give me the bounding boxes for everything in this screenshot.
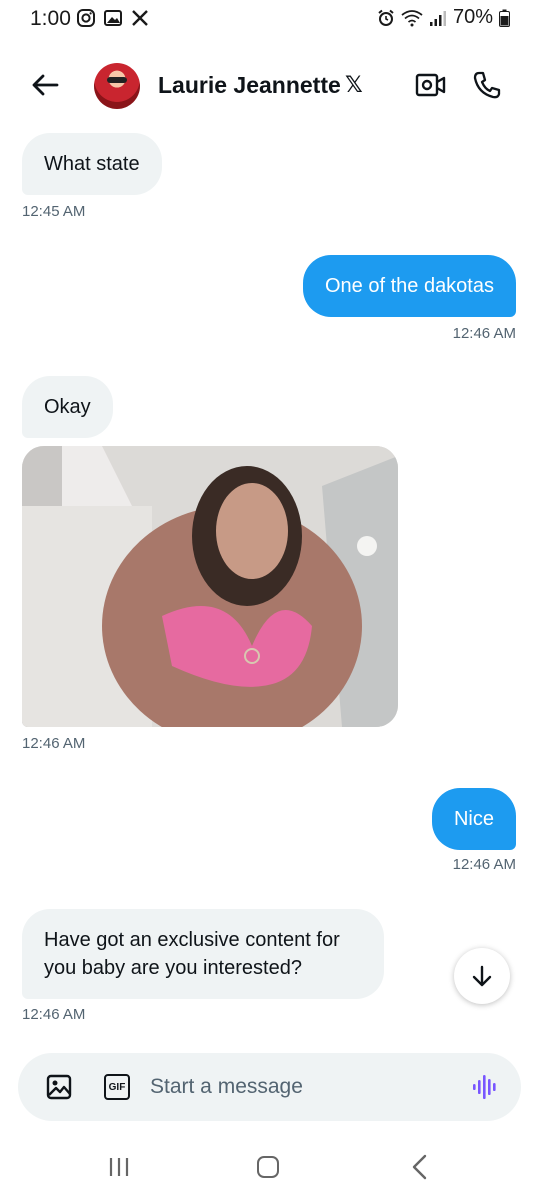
conversation-header: Laurie Jeannette 𝕏 [0,56,538,116]
phone-icon[interactable] [472,70,502,100]
status-bar: 1:00 70% [0,0,538,36]
scroll-to-bottom-button[interactable] [454,948,510,1004]
message-text: One of the dakotas [324,275,494,297]
message-text: What state [44,153,140,175]
message-timestamp: 12:46 AM [452,325,516,342]
message-timestamp: 12:46 AM [452,856,516,873]
x-badge-icon: 𝕏 [345,72,363,97]
voice-icon[interactable] [472,1073,498,1101]
message-text: Okay [44,396,91,418]
alarm-icon [378,9,394,26]
back-arrow-icon[interactable] [30,70,60,100]
arrow-down-icon [472,965,492,987]
message-text: Nice [453,808,494,830]
instagram-icon [77,9,95,27]
home-icon[interactable] [257,1156,279,1178]
message-bubble-received[interactable]: Okay [22,376,113,438]
photo-image [22,446,398,727]
message-timestamp: 12:46 AM [22,735,86,752]
avatar[interactable] [94,63,140,109]
battery-percent: 70% [452,6,493,28]
gif-icon[interactable]: GIF [104,1074,130,1100]
signal-icon [429,10,446,26]
message-bubble-sent[interactable]: Nice [431,788,516,850]
back-icon[interactable] [410,1154,430,1180]
x-app-icon [132,10,148,26]
message-bubble-received[interactable]: Have got an exclusive content for you ba… [22,909,384,999]
message-bubble-received[interactable]: What state [22,133,162,195]
message-text-line: Have got an exclusive content for [44,929,340,951]
gallery-icon [104,10,122,26]
wifi-icon [401,9,423,26]
status-time: 1:00 [30,7,71,30]
system-nav-bar [0,1140,538,1200]
message-timestamp: 12:45 AM [22,203,86,220]
battery-icon [499,9,510,27]
message-bubble-sent[interactable]: One of the dakotas [302,255,516,317]
recent-apps-icon[interactable] [108,1156,130,1178]
video-call-icon[interactable] [415,71,447,99]
contact-name[interactable]: Laurie Jeannette [158,72,341,99]
message-photo[interactable] [22,446,398,727]
image-icon[interactable] [46,1074,72,1100]
message-text-line: you baby are you interested? [44,957,302,979]
message-timestamp: 12:46 AM [22,1006,86,1023]
message-composer: GIF Start a message [18,1053,521,1121]
message-input[interactable]: Start a message [150,1075,303,1099]
gif-label: GIF [108,1081,126,1093]
